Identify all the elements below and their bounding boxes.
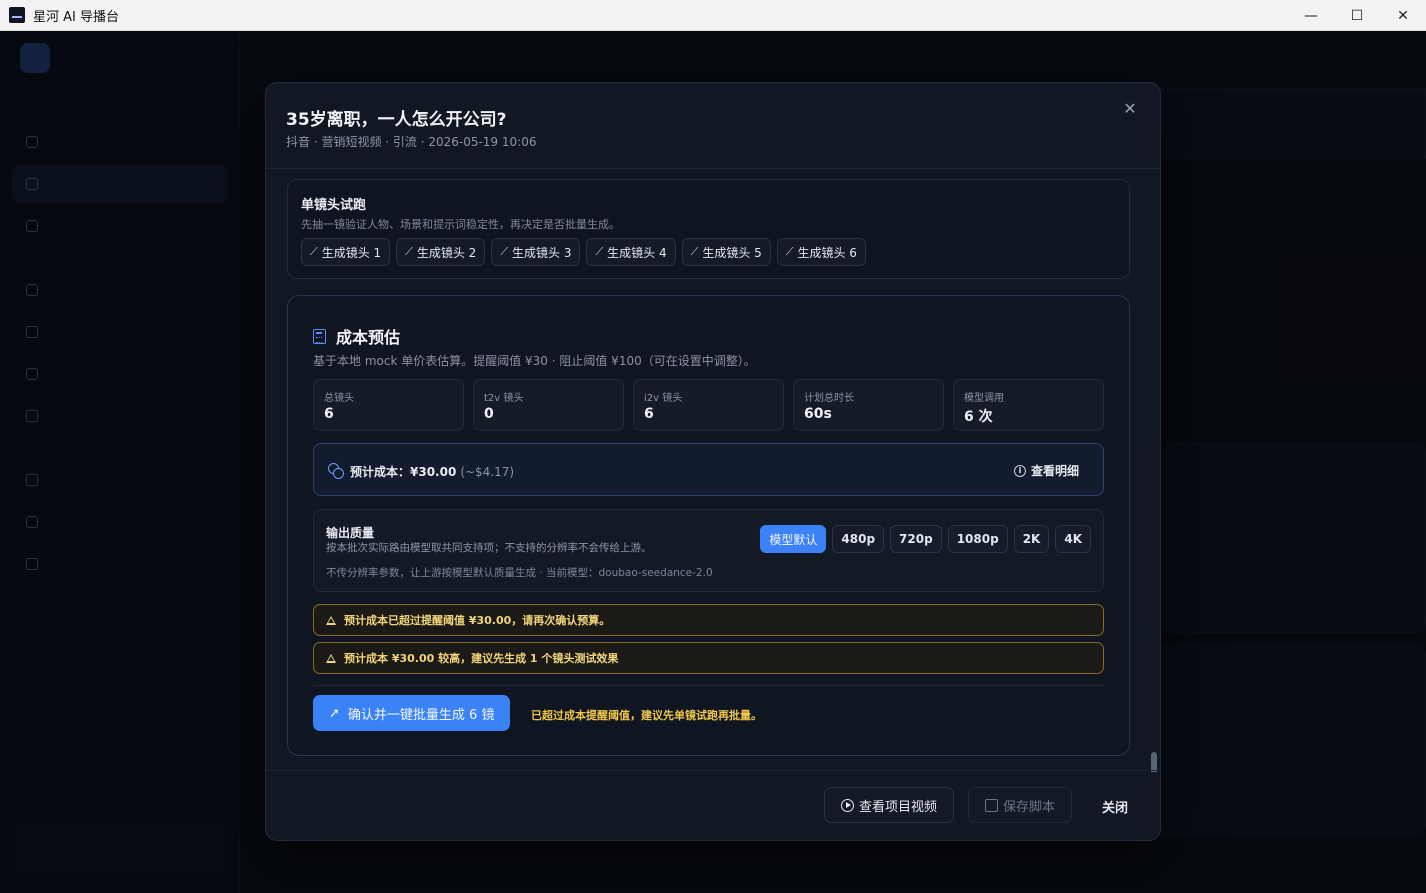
stat-card: 模型调用 6 次 [953,379,1104,431]
quality-option-2k[interactable]: 2K [1013,525,1050,553]
stat-label: 计划总时长 [804,393,854,404]
window-controls: — ☐ ✕ [1288,0,1426,31]
magic-wand-icon: ⟋ [595,245,604,258]
stat-value: 60s [804,406,832,422]
cost-stats: 总镜头 6 t2v 镜头 0 i2v 镜头 6 计划总时长 60s 模型调用 6… [313,379,1104,431]
dialog-header: 35岁离职，一人怎么开公司? 抖音 · 营销短视频 · 引流 · 2026-05… [266,83,1160,169]
generate-shot-6-button[interactable]: ⟋ 生成镜头 6 [776,238,866,266]
cost-description: 基于本地 mock 单价表估算。提醒阈值 ¥30 · 阻止阈值 ¥100（可在设… [313,354,756,368]
dialog-close-icon[interactable]: ✕ [1120,99,1140,119]
stat-card: 总镜头 6 [313,379,464,431]
generate-shot-1-button[interactable]: ⟋ 生成镜头 1 [301,238,391,266]
cost-title: 成本预估 [336,328,401,347]
stat-value: 6 次 [964,409,993,425]
cost-header: 成本预估 [313,324,400,348]
rocket-icon: ➚ [329,705,340,721]
quality-option-default[interactable]: 模型默认 [760,525,827,553]
confirm-button-label: 确认并一键批量生成 6 镜 [347,707,495,723]
confirm-batch-generate-button[interactable]: ➚ 确认并一键批量生成 6 镜 [313,695,511,731]
stat-value: 6 [644,406,654,422]
view-details-button[interactable]: i 查看明细 [1013,462,1079,479]
stat-value: 6 [324,406,334,422]
generate-shot-4-button[interactable]: ⟋ 生成镜头 4 [586,238,676,266]
trial-description: 先抽一镜验证人物、场景和提示词稳定性，再决定是否批量生成。 [301,218,620,231]
estimated-cost-usd: (~$4.17) [460,465,515,479]
dialog-subtitle: 抖音 · 营销短视频 · 引流 · 2026-05-19 10:06 [286,135,537,149]
estimated-cost: 预计成本：¥30.00 (~$4.17) [350,463,514,480]
app-icon [9,7,25,23]
view-details-label: 查看明细 [1030,464,1079,478]
generate-shot-2-button[interactable]: ⟋ 生成镜头 2 [396,238,486,266]
project-dialog: 35岁离职，一人怎么开公司? 抖音 · 营销短视频 · 引流 · 2026-05… [265,82,1161,841]
quality-options: 模型默认 480p 720p 1080p 2K 4K [760,525,1091,553]
magic-wand-icon: ⟋ [690,245,699,258]
stat-label: i2v 镜头 [644,393,683,404]
minimize-button[interactable]: — [1288,0,1334,31]
divider [313,685,1104,686]
window-titlebar: 星河 AI 导播台 — ☐ ✕ [0,0,1426,31]
stat-label: 总镜头 [324,393,354,404]
stat-value: 0 [484,406,494,422]
shot-label: 生成镜头 5 [702,245,762,260]
window-close-button[interactable]: ✕ [1380,0,1426,31]
dialog-scrollbar[interactable] [1151,752,1157,772]
estimated-cost-panel: 预计成本：¥30.00 (~$4.17) i 查看明细 [313,443,1104,496]
view-video-label: 查看项目视频 [859,799,938,815]
save-script-label: 保存脚本 [1003,799,1056,815]
quality-option-1080p[interactable]: 1080p [947,525,1008,553]
stat-label: t2v 镜头 [484,393,524,404]
shot-label: 生成镜头 3 [512,245,572,260]
stat-card: t2v 镜头 0 [473,379,624,431]
shot-label: 生成镜头 6 [797,245,857,260]
warning-text: 预计成本已超过提醒阈值 ¥30.00，请再次确认预算。 [344,614,611,627]
shot-label: 生成镜头 1 [321,245,382,260]
window-title: 星河 AI 导播台 [33,9,119,25]
output-quality-panel: 输出质量 按本批次实际路由模型取共同支持项；不支持的分辨率不会传给上游。 不传分… [313,509,1104,592]
stat-card: i2v 镜头 6 [633,379,784,431]
shot-button-row: ⟋ 生成镜头 1 ⟋ 生成镜头 2 ⟋ 生成镜头 3 ⟋ 生成镜头 4 ⟋ 生成镜头 5 … [301,238,866,266]
play-circle-icon [841,798,854,812]
quality-description: 按本批次实际路由模型取共同支持项；不支持的分辨率不会传给上游。 [326,542,652,554]
warning-icon [326,653,336,663]
magic-wand-icon: ⟋ [310,245,318,258]
generate-shot-3-button[interactable]: ⟋ 生成镜头 3 [491,238,581,266]
calculator-icon [313,328,326,344]
quality-option-480p[interactable]: 480p [832,525,885,553]
maximize-button[interactable]: ☐ [1334,0,1380,31]
stat-card: 计划总时长 60s [793,379,944,431]
single-shot-trial-section: 单镜头试跑 先抽一镜验证人物、场景和提示词稳定性，再决定是否批量生成。 ⟋ 生成镜… [287,179,1130,279]
confirm-hint: 已超过成本提醒阈值，建议先单镜试跑再批量。 [531,709,762,722]
warning-icon [326,615,336,625]
threshold-warning: 预计成本已超过提醒阈值 ¥30.00，请再次确认预算。 [313,604,1104,636]
view-project-video-button[interactable]: 查看项目视频 [824,787,955,823]
stat-label: 模型调用 [964,393,1004,404]
shot-label: 生成镜头 2 [416,245,477,260]
dialog-footer: 查看项目视频 保存脚本 关闭 [266,770,1160,840]
cost-estimate-section: 成本预估 基于本地 mock 单价表估算。提醒阈值 ¥30 · 阻止阈值 ¥10… [287,295,1130,756]
warning-text: 预计成本 ¥30.00 较高，建议先生成 1 个镜头测试效果 [344,652,619,665]
magic-wand-icon: ⟋ [500,245,509,258]
close-dialog-button[interactable]: 关闭 [1102,797,1128,816]
quality-option-720p[interactable]: 720p [890,525,942,553]
quality-note: 不传分辨率参数，让上游按模型默认质量生成 · 当前模型：doubao-seeda… [326,567,713,579]
save-icon [985,798,998,812]
magic-wand-icon: ⟋ [785,245,794,258]
trial-title: 单镜头试跑 [301,198,367,213]
coins-icon [328,463,344,479]
dialog-title: 35岁离职，一人怎么开公司? [286,110,507,130]
save-script-button[interactable]: 保存脚本 [968,787,1073,823]
quality-option-4k[interactable]: 4K [1055,525,1091,553]
dialog-body[interactable]: 单镜头试跑 先抽一镜验证人物、场景和提示词稳定性，再决定是否批量生成。 ⟋ 生成镜… [266,169,1160,772]
quality-title: 输出质量 [326,526,375,540]
generate-shot-5-button[interactable]: ⟋ 生成镜头 5 [681,238,771,266]
high-cost-warning: 预计成本 ¥30.00 较高，建议先生成 1 个镜头测试效果 [313,642,1104,674]
info-icon: i [1013,464,1026,477]
estimated-cost-cny: 预计成本：¥30.00 [350,465,457,479]
magic-wand-icon: ⟋ [405,245,413,258]
shot-label: 生成镜头 4 [607,245,667,260]
